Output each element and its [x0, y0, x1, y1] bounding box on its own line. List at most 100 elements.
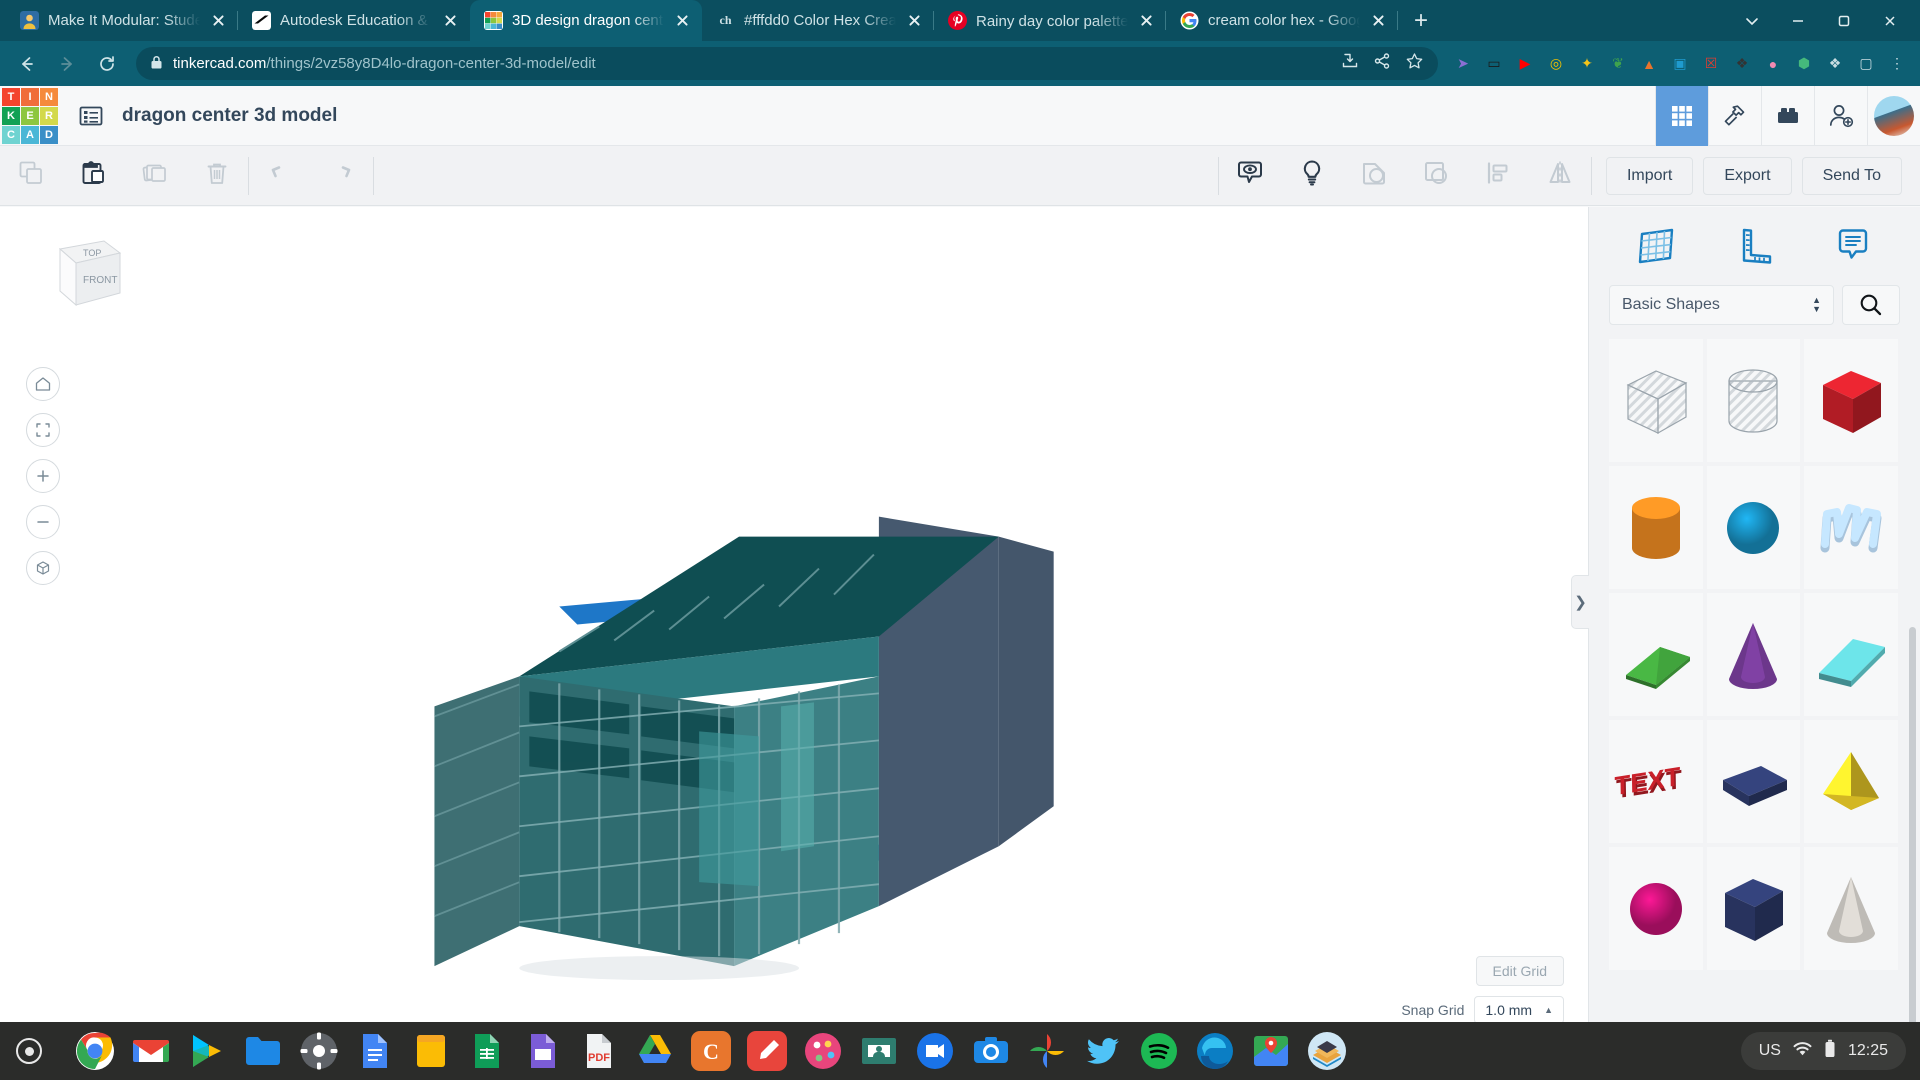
- sheets-app-icon[interactable]: [466, 1030, 508, 1072]
- browser-tab[interactable]: ch #fffdd0 Color Hex Cream: [702, 0, 934, 41]
- import-button[interactable]: Import: [1605, 156, 1694, 195]
- copy-button[interactable]: [0, 146, 62, 206]
- tab-close-button[interactable]: [209, 11, 228, 30]
- 3d-canvas[interactable]: TOP FRONT Edit Grid Snap Grid 1.0 mm ▲: [0, 207, 1588, 1046]
- undo-button[interactable]: [249, 146, 311, 206]
- browser-tab[interactable]: Make It Modular: Student Des: [6, 0, 238, 41]
- torus-shape[interactable]: [1609, 847, 1703, 970]
- bookmark-star-icon[interactable]: [1405, 52, 1424, 76]
- group-button[interactable]: [1343, 146, 1405, 206]
- flame-extension-icon[interactable]: ▲: [1638, 53, 1660, 75]
- system-tray[interactable]: US 12:25: [1740, 1032, 1906, 1070]
- browser-tab[interactable]: Autodesk Education & Studen: [238, 0, 470, 41]
- shape-category-select[interactable]: Basic Shapes ▲ ▼: [1609, 285, 1834, 325]
- ruler-button[interactable]: [1731, 223, 1777, 269]
- panel-collapse-button[interactable]: ❯: [1571, 575, 1589, 629]
- coin-extension-icon[interactable]: ◎: [1545, 53, 1567, 75]
- browser-menu-icon[interactable]: ⋮: [1886, 53, 1908, 75]
- launcher-button[interactable]: [0, 1038, 58, 1064]
- pig-extension-icon[interactable]: ●: [1762, 53, 1784, 75]
- cursor-extension-icon[interactable]: ➤: [1452, 53, 1474, 75]
- tab-close-button[interactable]: [673, 11, 692, 30]
- mirror-button[interactable]: [1529, 146, 1591, 206]
- chrome-app-icon[interactable]: [74, 1030, 116, 1072]
- close-window-button[interactable]: [1868, 5, 1912, 37]
- snap-grid-select[interactable]: 1.0 mm ▲: [1474, 996, 1564, 1024]
- sphere-shape[interactable]: [1706, 466, 1801, 589]
- play-store-app-icon[interactable]: [186, 1030, 228, 1072]
- docs-app-icon[interactable]: [354, 1030, 396, 1072]
- pdf-app-icon[interactable]: PDF: [578, 1030, 620, 1072]
- avatar[interactable]: [1867, 86, 1920, 146]
- slides-app-icon[interactable]: [522, 1030, 564, 1072]
- light-bulb-note-button[interactable]: [1281, 146, 1343, 206]
- send-to-button[interactable]: Send To: [1801, 156, 1902, 195]
- align-button[interactable]: [1467, 146, 1529, 206]
- cylinder-shape[interactable]: [1609, 466, 1703, 589]
- keep-app-icon[interactable]: [410, 1030, 452, 1072]
- back-button[interactable]: [10, 47, 44, 81]
- cast-icon[interactable]: ▢: [1855, 53, 1877, 75]
- gmail-app-icon[interactable]: [130, 1030, 172, 1072]
- box-hole-shape[interactable]: [1609, 339, 1703, 462]
- roof-shape[interactable]: [1804, 593, 1898, 716]
- extensions-puzzle-icon[interactable]: ❖: [1824, 53, 1846, 75]
- paraboloid-shape[interactable]: [1706, 720, 1801, 843]
- bee-extension-icon[interactable]: ✦: [1576, 53, 1598, 75]
- edge-app-icon[interactable]: [1194, 1030, 1236, 1072]
- export-button[interactable]: Export: [1703, 156, 1792, 195]
- paint-app-icon[interactable]: [746, 1030, 788, 1072]
- tube-shape[interactable]: [1804, 847, 1898, 970]
- text-shape[interactable]: TEXT TEXT: [1609, 720, 1703, 843]
- screen-extension-icon[interactable]: ▣: [1669, 53, 1691, 75]
- pyramid-shape[interactable]: [1804, 720, 1898, 843]
- camera-app-icon[interactable]: [970, 1030, 1012, 1072]
- share-icon[interactable]: [1373, 52, 1391, 75]
- meet-app-icon[interactable]: [914, 1030, 956, 1072]
- tab-close-button[interactable]: [1369, 11, 1388, 30]
- browser-tab[interactable]: cream color hex - Google Sea: [1166, 0, 1398, 41]
- hammer-tools-button[interactable]: [1708, 86, 1761, 146]
- tab-close-button[interactable]: [441, 11, 460, 30]
- drive-app-icon[interactable]: [634, 1030, 676, 1072]
- settings-app-icon[interactable]: [298, 1030, 340, 1072]
- wedge-shape[interactable]: [1609, 593, 1703, 716]
- trash-extension-icon[interactable]: ☒: [1700, 53, 1722, 75]
- address-bar[interactable]: tinkercad.com/things/2vz58y8D4lo-dragon-…: [136, 47, 1438, 80]
- new-tab-button[interactable]: +: [1404, 4, 1438, 38]
- cone-shape[interactable]: [1706, 593, 1801, 716]
- show-hide-eye-button[interactable]: [1219, 146, 1281, 206]
- design-title[interactable]: dragon center 3d model: [122, 105, 337, 127]
- puzzle-dark-extension-icon[interactable]: ❖: [1731, 53, 1753, 75]
- spotify-app-icon[interactable]: [1138, 1030, 1180, 1072]
- palette-app-icon[interactable]: [802, 1030, 844, 1072]
- panel-scrollbar[interactable]: [1909, 627, 1916, 1046]
- cylinder-hole-shape[interactable]: [1706, 339, 1801, 462]
- edit-grid-button[interactable]: Edit Grid: [1475, 956, 1564, 986]
- notes-button[interactable]: [1830, 223, 1876, 269]
- grid-designs-button[interactable]: [1655, 86, 1708, 146]
- scribble-shape[interactable]: [1804, 466, 1898, 589]
- duplicate-button[interactable]: [124, 146, 186, 206]
- tab-close-button[interactable]: [1137, 11, 1156, 30]
- model-render[interactable]: [0, 207, 1588, 1046]
- maximize-button[interactable]: [1822, 5, 1866, 37]
- browser-tab[interactable]: 3D design dragon center 3d m: [470, 0, 702, 41]
- bluebird-app-icon[interactable]: [1082, 1030, 1124, 1072]
- delete-trash-button[interactable]: [186, 146, 248, 206]
- tinkercad-logo[interactable]: TIN KER CAD: [2, 87, 58, 144]
- ungroup-button[interactable]: [1405, 146, 1467, 206]
- halfsphere-shape[interactable]: [1706, 847, 1801, 970]
- tab-search-button[interactable]: [1730, 5, 1774, 37]
- photos-app-icon[interactable]: [1026, 1030, 1068, 1072]
- tinkercad-app-icon[interactable]: [1306, 1030, 1348, 1072]
- add-person-button[interactable]: [1814, 86, 1867, 146]
- designs-list-toggle[interactable]: [76, 101, 106, 131]
- tab-close-button[interactable]: [905, 11, 924, 30]
- reload-button[interactable]: [90, 47, 124, 81]
- canvas-app-icon[interactable]: C: [690, 1030, 732, 1072]
- green-extension-icon[interactable]: ⬢: [1793, 53, 1815, 75]
- files-app-icon[interactable]: [242, 1030, 284, 1072]
- redo-button[interactable]: [311, 146, 373, 206]
- install-icon[interactable]: [1341, 52, 1359, 75]
